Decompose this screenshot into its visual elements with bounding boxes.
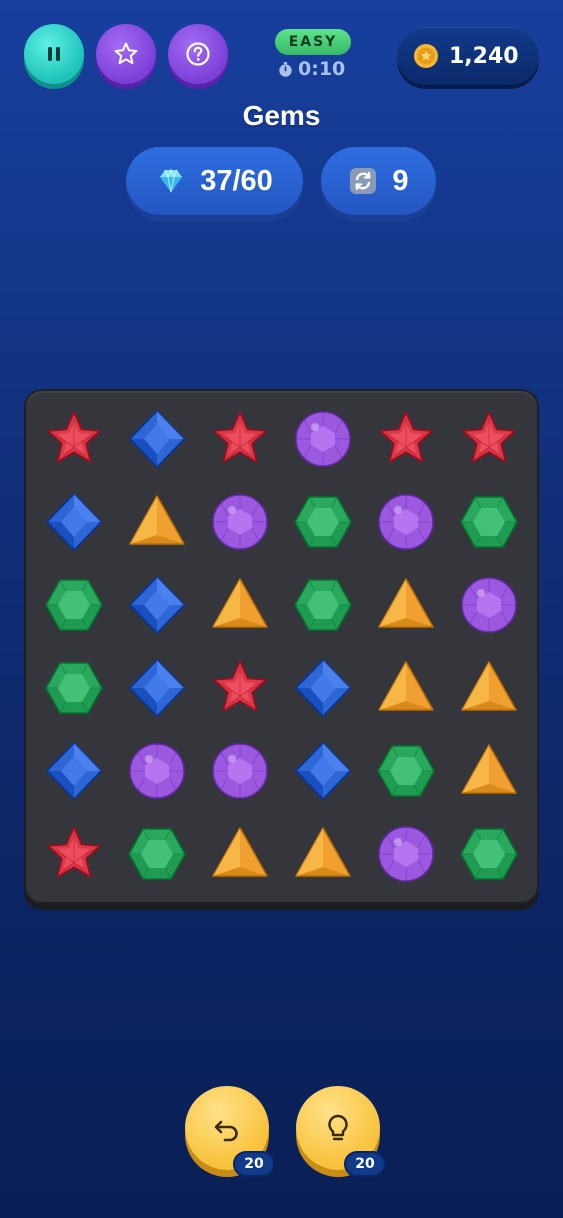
gem-pyramid-icon xyxy=(377,660,434,711)
gem-emerald-icon xyxy=(459,827,518,880)
gem-diamond[interactable] xyxy=(115,646,198,729)
shuffle-count: 9 xyxy=(392,164,409,197)
gem-pyramid[interactable] xyxy=(447,729,530,812)
gem-diamond[interactable] xyxy=(281,729,364,812)
coin-icon xyxy=(414,44,438,68)
gem-orb[interactable] xyxy=(198,480,281,563)
timer: 0:10 xyxy=(277,58,357,80)
gem-emerald[interactable] xyxy=(32,563,115,646)
gem-orb[interactable] xyxy=(364,480,447,563)
gem-orb-icon xyxy=(128,742,185,799)
gem-pyramid-icon xyxy=(377,577,434,628)
gem-emerald-icon xyxy=(459,495,518,548)
gem-star-icon xyxy=(46,825,101,878)
gem-star-icon xyxy=(378,410,433,463)
gem-pyramid[interactable] xyxy=(115,480,198,563)
coin-value: 1,240 xyxy=(449,43,519,69)
gem-diamond-icon xyxy=(128,575,185,634)
gem-diamond[interactable] xyxy=(32,480,115,563)
gem-emerald-icon xyxy=(127,827,186,880)
gem-star-icon xyxy=(46,410,101,463)
gem-star[interactable] xyxy=(364,397,447,480)
gem-pyramid-icon xyxy=(211,826,268,877)
gem-diamond-icon xyxy=(294,658,351,717)
gem-star[interactable] xyxy=(198,646,281,729)
undo-count-badge: 20 xyxy=(233,1151,275,1177)
gem-emerald[interactable] xyxy=(447,480,530,563)
gem-pyramid[interactable] xyxy=(447,646,530,729)
gem-orb-icon xyxy=(377,493,434,550)
gem-diamond-icon xyxy=(45,492,102,551)
star-outline-icon xyxy=(114,42,138,65)
gem-orb-icon xyxy=(211,742,268,799)
question-icon xyxy=(186,42,210,66)
gem-orb-icon xyxy=(460,576,517,633)
undo-icon xyxy=(214,1120,238,1142)
lightbulb-icon xyxy=(328,1114,348,1141)
gem-star[interactable] xyxy=(198,397,281,480)
gem-star-icon xyxy=(461,410,516,463)
gem-orb[interactable] xyxy=(281,397,364,480)
shuffle-icon xyxy=(350,168,377,194)
gem-pyramid[interactable] xyxy=(364,646,447,729)
gem-emerald[interactable] xyxy=(281,480,364,563)
gem-emerald-icon xyxy=(44,661,103,714)
gem-orb[interactable] xyxy=(115,729,198,812)
gem-star[interactable] xyxy=(32,397,115,480)
help-button[interactable] xyxy=(168,24,228,84)
gem-orb[interactable] xyxy=(198,729,281,812)
gem-diamond[interactable] xyxy=(281,646,364,729)
gem-pyramid[interactable] xyxy=(281,812,364,895)
gem-diamond-icon xyxy=(45,741,102,800)
gems-progress-value: 37/60 xyxy=(200,164,273,197)
gem-orb-icon xyxy=(294,410,351,467)
pause-button[interactable] xyxy=(24,24,84,84)
favorite-button[interactable] xyxy=(96,24,156,84)
stopwatch-icon xyxy=(279,61,292,77)
difficulty-badge: EASY xyxy=(275,29,351,55)
page-title: Gems xyxy=(242,100,321,131)
gem-pyramid[interactable] xyxy=(198,812,281,895)
gem-pyramid-icon xyxy=(211,577,268,628)
gem-emerald-icon xyxy=(293,495,352,548)
gem-emerald[interactable] xyxy=(281,563,364,646)
gems-progress-pill: 37/60 xyxy=(126,147,303,215)
gem-emerald-icon xyxy=(293,578,352,631)
gem-emerald[interactable] xyxy=(364,729,447,812)
gem-emerald[interactable] xyxy=(447,812,530,895)
gem-diamond-icon xyxy=(128,409,185,468)
gem-star-icon xyxy=(212,410,267,463)
gem-diamond[interactable] xyxy=(32,729,115,812)
gem-diamond[interactable] xyxy=(115,563,198,646)
gem-star[interactable] xyxy=(32,812,115,895)
gem-star-icon xyxy=(212,659,267,712)
gem-orb-icon xyxy=(377,825,434,882)
timer-value: 0:10 xyxy=(298,58,346,80)
gem-orb[interactable] xyxy=(364,812,447,895)
shuffle-pill[interactable]: 9 xyxy=(321,147,436,215)
gem-diamond-icon xyxy=(294,741,351,800)
pause-icon xyxy=(48,47,60,61)
gem-pyramid[interactable] xyxy=(364,563,447,646)
gem-pyramid-icon xyxy=(128,494,185,545)
gem-pyramid-icon xyxy=(294,826,351,877)
diamond-icon xyxy=(160,168,183,193)
gem-diamond[interactable] xyxy=(115,397,198,480)
gem-emerald-icon xyxy=(44,578,103,631)
coin-balance: 1,240 xyxy=(397,27,539,85)
gem-orb-icon xyxy=(211,493,268,550)
gem-star[interactable] xyxy=(447,397,530,480)
gem-emerald[interactable] xyxy=(115,812,198,895)
gem-pyramid-icon xyxy=(460,743,517,794)
hint-count-badge: 20 xyxy=(344,1151,386,1177)
game-board xyxy=(24,389,539,904)
gem-emerald[interactable] xyxy=(32,646,115,729)
gem-orb[interactable] xyxy=(447,563,530,646)
gem-pyramid[interactable] xyxy=(198,563,281,646)
gem-diamond-icon xyxy=(128,658,185,717)
gem-pyramid-icon xyxy=(460,660,517,711)
gem-emerald-icon xyxy=(376,744,435,797)
